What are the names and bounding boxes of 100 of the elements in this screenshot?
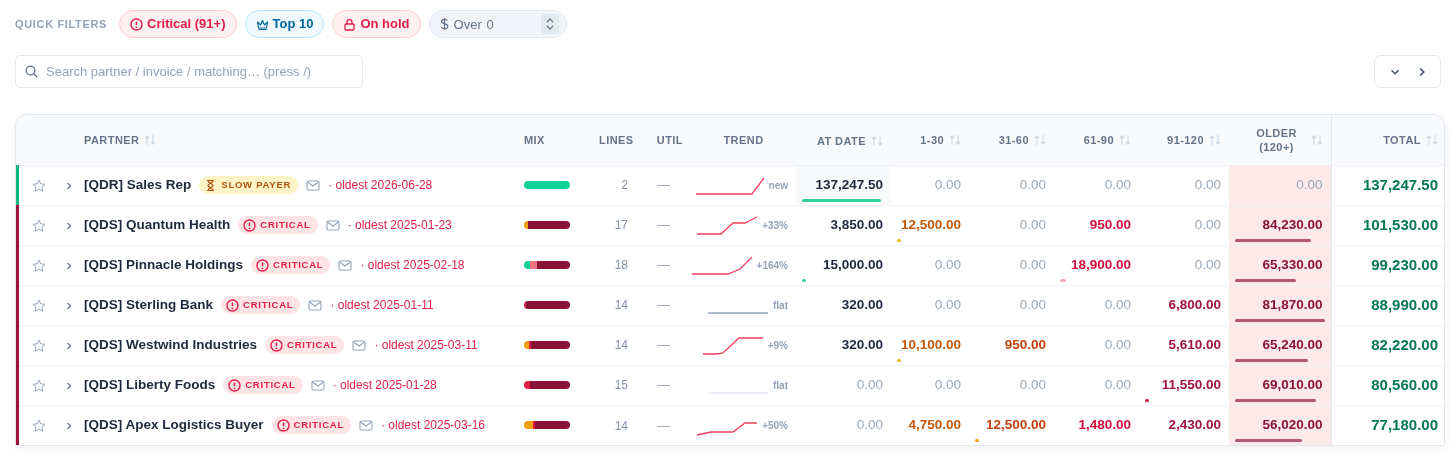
- line-count: 15: [614, 378, 628, 393]
- total-value: 99,230.00: [1371, 255, 1438, 273]
- expand-row-button[interactable]: [64, 220, 74, 231]
- amount-value: 69,010.00: [1262, 376, 1323, 392]
- line-count: 14: [614, 338, 628, 353]
- chevron-right-icon: [1418, 67, 1425, 76]
- amount-value: 0.00: [1194, 256, 1221, 272]
- star-button[interactable]: [32, 378, 46, 393]
- alert-icon: [243, 218, 257, 232]
- column-header[interactable]: TOTAL: [1383, 131, 1421, 149]
- amount-value: 0.00: [934, 176, 961, 192]
- dollar-icon: [439, 17, 449, 31]
- star-button[interactable]: [32, 218, 46, 233]
- expand-row-button[interactable]: [64, 180, 74, 191]
- mix-bar: [524, 301, 570, 309]
- column-header[interactable]: AT DATE: [816, 133, 866, 148]
- util-value: —: [657, 217, 670, 233]
- oldest-date: · oldest 2025-01-11: [330, 297, 434, 314]
- amount-value: 0.00: [1296, 176, 1323, 192]
- mix-bar: [524, 341, 570, 349]
- star-button[interactable]: [32, 419, 46, 434]
- search-field[interactable]: Search partner / invoice / matching… (press /): [15, 54, 363, 88]
- column-header[interactable]: 1-30: [920, 131, 944, 149]
- mix-bar: [524, 261, 570, 269]
- trend-label: +164%: [756, 258, 788, 273]
- star-button[interactable]: [32, 338, 46, 353]
- total-value: 88,990.00: [1371, 295, 1438, 313]
- alert-icon: [270, 338, 283, 352]
- alert-icon: [226, 298, 239, 312]
- amount-value: 11,550.00: [1161, 376, 1221, 392]
- amount-value: 0.00: [1194, 176, 1221, 192]
- alert-icon: [130, 17, 144, 31]
- filter-chip[interactable]: Critical (91+): [119, 10, 237, 38]
- expand-row-button[interactable]: [64, 421, 74, 432]
- mail-icon: [325, 219, 340, 231]
- expand-row-button[interactable]: [64, 260, 74, 271]
- line-count: 14: [614, 298, 628, 313]
- status-badge: CRITICAL: [271, 416, 351, 435]
- chevron-down-icon: [1390, 68, 1399, 75]
- amount-value: 18,900.00: [1070, 256, 1131, 272]
- line-count: 2: [621, 178, 628, 193]
- filter-chip[interactable]: Top 10: [244, 10, 325, 38]
- column-header[interactable]: UTIL: [656, 131, 683, 149]
- line-count: 17: [614, 218, 628, 233]
- amount-value: 0.00: [1019, 216, 1046, 232]
- amount-value: 3,850.00: [830, 216, 883, 232]
- amount-value: 0.00: [1019, 296, 1046, 312]
- amount-value: 65,330.00: [1262, 256, 1323, 272]
- partner-name[interactable]: [QDR] Sales Rep: [84, 174, 192, 196]
- amount-value: 12,500.00: [985, 417, 1046, 433]
- expand-row-button[interactable]: [64, 300, 74, 311]
- star-button[interactable]: [32, 258, 46, 273]
- status-badge: CRITICAL: [265, 335, 345, 355]
- filters-label: QUICK FILTERS: [15, 16, 108, 32]
- column-header[interactable]: 61-90: [1083, 131, 1114, 149]
- column-header[interactable]: 91-120: [1167, 131, 1204, 149]
- total-value: 82,220.00: [1371, 335, 1438, 353]
- amount-value: 0.00: [1104, 336, 1131, 352]
- status-badge: SLOW PAYER: [199, 175, 299, 195]
- expand-row-button[interactable]: [64, 340, 74, 351]
- total-value: 101,530.00: [1362, 215, 1438, 233]
- star-button[interactable]: [32, 298, 46, 313]
- amount-value: 950.00: [1089, 216, 1131, 232]
- column-header[interactable]: PARTNER: [84, 131, 140, 149]
- column-header[interactable]: 31-60: [998, 131, 1029, 149]
- amount-value: 0.00: [934, 376, 961, 392]
- trend-label: flat: [773, 298, 788, 313]
- star-button[interactable]: [32, 178, 46, 193]
- amount-value: 10,100.00: [900, 336, 961, 352]
- amount-value: 2,430.00: [1168, 417, 1221, 433]
- partner-name[interactable]: [QDS] Apex Logistics Buyer: [84, 415, 264, 436]
- lock-icon: [343, 17, 357, 31]
- amount-value: 12,500.00: [900, 216, 961, 232]
- oldest-date: · oldest 2025-01-23: [347, 217, 452, 234]
- partner-name[interactable]: [QDS] Quantum Health: [84, 214, 231, 236]
- trend-label: new: [768, 178, 788, 193]
- column-header[interactable]: MIX: [524, 131, 545, 149]
- partner-name[interactable]: [QDS] Sterling Bank: [84, 294, 213, 316]
- mail-icon: [310, 379, 325, 391]
- util-value: —: [657, 177, 670, 193]
- amount-value: 0.00: [1019, 176, 1046, 192]
- total-value: 80,560.00: [1371, 375, 1438, 393]
- partner-name[interactable]: [QDS] Westwind Industries: [84, 334, 257, 356]
- column-header[interactable]: TREND: [723, 131, 764, 149]
- amount-value: 0.00: [1194, 216, 1221, 232]
- alert-icon: [276, 418, 290, 432]
- search-icon: [25, 64, 38, 78]
- util-value: —: [657, 257, 670, 273]
- crown-icon: [255, 17, 269, 31]
- util-value: —: [657, 337, 670, 353]
- partner-name[interactable]: [QDS] Pinnacle Holdings: [84, 254, 243, 276]
- amount-value: 0.00: [1104, 296, 1131, 312]
- filter-chip[interactable]: On hold: [332, 10, 421, 38]
- trend-label: +50%: [762, 418, 788, 433]
- mail-icon: [306, 179, 321, 191]
- line-count: 14: [614, 418, 628, 433]
- oldest-date: · oldest 2025-03-11: [374, 337, 478, 354]
- expand-row-button[interactable]: [64, 380, 74, 391]
- partner-name[interactable]: [QDS] Liberty Foods: [84, 374, 216, 396]
- amount-value: 0.00: [856, 417, 883, 433]
